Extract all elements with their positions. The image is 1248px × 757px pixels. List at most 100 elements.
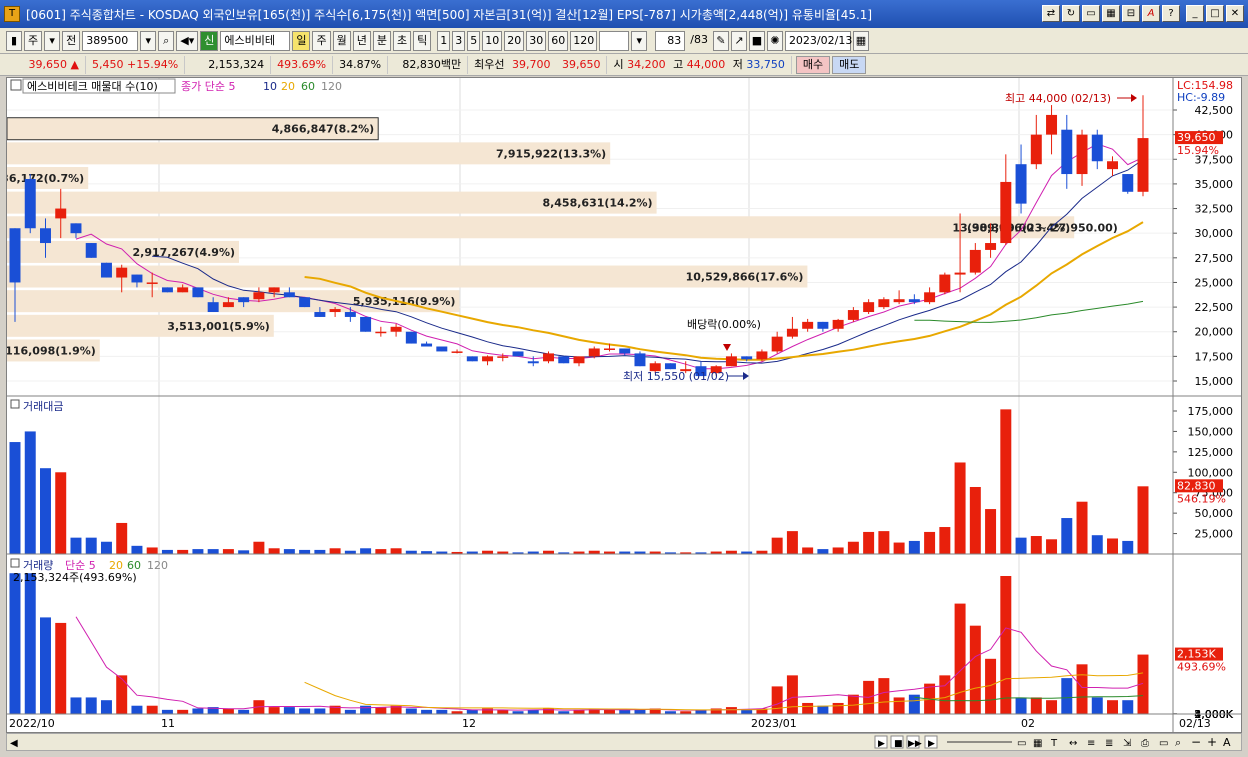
print-tool-icon[interactable]: ⎙ — [1141, 738, 1149, 749]
scroll-controls[interactable]: ◀ ▶ ■ ▶▶ ▶ ▭ ▦ T ↔ ≡ ≣ ⇲ ⎙ ▭ ⌕ − + A — [7, 734, 1241, 750]
tab-tick[interactable]: 틱 — [413, 30, 432, 51]
stock-code-input[interactable]: 389500 — [82, 30, 139, 51]
tab-yearly[interactable]: 년 — [352, 30, 371, 51]
tab-weekly[interactable]: 주 — [312, 30, 331, 51]
candle-body — [70, 223, 82, 234]
layout-icon[interactable]: ▦ — [1102, 5, 1120, 22]
maximize-button[interactable]: □ — [1206, 5, 1224, 22]
minimize-button[interactable]: _ — [1186, 5, 1204, 22]
price-axis-label: 35,000 — [1195, 178, 1234, 191]
link-icon[interactable]: ⇄ — [1042, 5, 1060, 22]
tab-second[interactable]: 초 — [392, 30, 412, 51]
code-dropdown-icon[interactable]: ▾ — [140, 30, 157, 51]
market-select[interactable]: 주 — [24, 30, 43, 51]
price-axis-label: 20,000 — [1195, 326, 1234, 339]
refresh-icon[interactable]: ↻ — [1062, 5, 1080, 22]
trend-icon[interactable]: ↗ — [730, 30, 747, 51]
buy-button[interactable]: 매수 — [795, 55, 831, 74]
app-icon: T — [4, 6, 20, 22]
interval-10[interactable]: 10 — [482, 30, 503, 51]
font-size-icon[interactable]: A — [1223, 736, 1231, 749]
volume-profile: 4,866,847(8.2%) 7,915,922(13.3%) 436,172(0… — [7, 117, 1118, 362]
close-button[interactable]: ✕ — [1226, 5, 1244, 22]
line-tool-icon[interactable]: ≡ — [1087, 738, 1095, 749]
window-icon[interactable]: ▭ — [1082, 5, 1100, 22]
candle-body — [527, 361, 539, 364]
amount-bar — [908, 540, 920, 554]
interval-dropdown-icon[interactable]: ▾ — [631, 30, 648, 51]
text-tool-icon[interactable]: T — [1050, 738, 1058, 749]
crosshair-icon[interactable]: ✎ — [712, 30, 729, 51]
arrow-tool-icon[interactable]: ↔ — [1069, 738, 1077, 749]
interval-120[interactable]: 120 — [570, 30, 598, 51]
interval-5[interactable]: 5 — [467, 30, 481, 51]
sell-button[interactable]: 매도 — [832, 55, 867, 74]
font-icon[interactable]: A — [1142, 5, 1160, 22]
tab-daily[interactable]: 일 — [292, 30, 311, 51]
window-tool-icon[interactable]: ▭ — [1017, 738, 1026, 749]
date-input[interactable]: 2023/02/13 — [784, 30, 852, 51]
change-pct: +15.94% — [127, 57, 179, 71]
amount-axis-label: 25,000 — [1195, 528, 1234, 541]
turnover-value: 34.87% — [333, 55, 389, 74]
amount-bar — [100, 541, 112, 554]
volume-menu-icon[interactable] — [10, 558, 20, 568]
grid-tool-icon[interactable]: ▦ — [1033, 738, 1042, 749]
volume-value: 2,153,324 — [185, 55, 272, 74]
interval-20[interactable]: 20 — [504, 30, 525, 51]
chart-scrollbar[interactable]: ◀ ▶ ■ ▶▶ ▶ ▭ ▦ T ↔ ≡ ≣ ⇲ ⎙ ▭ ⌕ − + A — [6, 733, 1242, 751]
speaker-icon[interactable]: ◀▾ — [176, 30, 199, 51]
count-input[interactable]: 83 — [655, 30, 686, 51]
candle-body — [1076, 134, 1088, 175]
amount-bar — [771, 537, 783, 554]
high-value: 44,000 — [686, 57, 726, 71]
candle-body — [405, 331, 417, 344]
candle-body — [969, 249, 981, 273]
stock-chart[interactable]: 4,866,847(8.2%) 7,915,922(13.3%) 436,172(0… — [7, 78, 1241, 732]
candle-body — [192, 287, 204, 298]
x-axis-label: 2022/10 — [9, 717, 55, 730]
tab-minute[interactable]: 분 — [372, 30, 391, 51]
amount-bar — [1046, 539, 1058, 554]
candle-body — [1107, 161, 1119, 170]
screen-tool-icon[interactable]: ▭ — [1159, 738, 1168, 749]
help-icon[interactable]: ? — [1162, 5, 1180, 22]
settings-icon[interactable]: ✺ — [766, 30, 783, 51]
zoom-in-icon[interactable]: + — [1207, 735, 1217, 749]
interval-1[interactable]: 1 — [437, 30, 451, 51]
select-tool-icon[interactable]: ⇲ — [1123, 738, 1132, 749]
dock-icon[interactable]: ⊟ — [1122, 5, 1140, 22]
volume-bar — [1091, 697, 1103, 714]
chart-area[interactable]: 4,866,847(8.2%) 7,915,922(13.3%) 436,172(0… — [6, 77, 1242, 733]
amount-bar — [238, 550, 250, 554]
best-ask-label: 최우선 — [474, 57, 505, 71]
amount-bar — [192, 549, 204, 554]
interval-custom-input[interactable] — [599, 30, 630, 51]
period-prefix[interactable]: 전 — [62, 30, 81, 51]
candle-body — [375, 331, 387, 334]
amount-bar — [786, 531, 798, 554]
volume-bar — [1107, 700, 1119, 714]
toolbar: ▮ 주 ▾ 전 389500 ▾ ⌕ ◀▾ 신 에스비비테 일 주 월 년 분 … — [0, 28, 1248, 54]
amount-menu-icon[interactable] — [10, 399, 20, 409]
zoom-out-icon[interactable]: − — [1191, 735, 1201, 749]
chart-toggle-icon[interactable]: ▮ — [6, 30, 22, 51]
market-dropdown-icon[interactable]: ▾ — [44, 30, 61, 51]
price-legend-ma10: 10 — [263, 80, 277, 93]
interval-3[interactable]: 3 — [452, 30, 466, 51]
amount-bar — [390, 548, 402, 554]
candle-body — [253, 292, 265, 300]
shin-badge[interactable]: 신 — [200, 30, 219, 51]
interval-30[interactable]: 30 — [526, 30, 547, 51]
volume-bar — [9, 573, 21, 714]
calendar-icon[interactable]: ▦ — [852, 30, 869, 51]
zoom-search-icon[interactable]: ⌕ — [1175, 736, 1181, 749]
scroll-left-icon[interactable]: ◀ — [10, 738, 18, 749]
search-icon[interactable]: ⌕ — [158, 30, 175, 51]
interval-60[interactable]: 60 — [548, 30, 569, 51]
save-icon[interactable]: ■ — [748, 30, 765, 51]
tab-monthly[interactable]: 월 — [332, 30, 351, 51]
amount-axis-label: 50,000 — [1195, 507, 1234, 520]
fib-tool-icon[interactable]: ≣ — [1105, 738, 1113, 749]
panel-menu-icon[interactable] — [10, 79, 22, 91]
